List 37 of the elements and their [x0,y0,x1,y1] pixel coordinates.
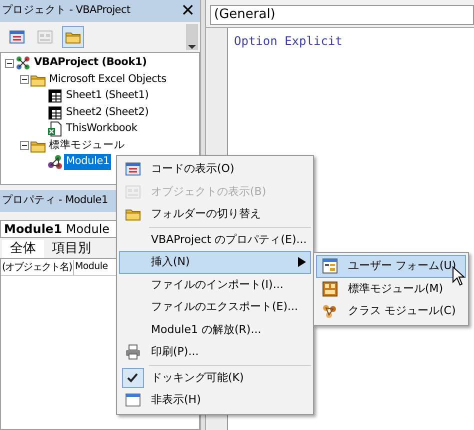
tree-item[interactable]: Microsoft Excel Objects [47,72,168,88]
code-window-icon [125,161,141,178]
worksheet-icon [47,88,63,104]
pane-title: プロパティ - Module1 [2,193,108,208]
tree-item[interactable]: ThisWorkbook [64,121,140,138]
property-value: Module [74,260,108,274]
tab[interactable]: 全体 [2,240,44,258]
close-button[interactable]: ✕ [178,2,198,20]
class-module-icon [322,303,338,320]
module-icon [47,154,63,170]
form-window-icon [125,184,141,200]
tree-item[interactable]: VBAProject (Book1) [32,55,149,72]
window-icon [125,392,141,408]
tree-item[interactable]: Module1 [64,154,112,170]
menu-item[interactable]: 挿入(N) [119,251,311,274]
menu-item[interactable]: ドッキング可能(K) [119,366,311,389]
workbook-icon [47,121,63,138]
tree-item[interactable]: Sheet2 (Sheet2) [64,104,151,121]
menu-item[interactable]: クラス モジュール(C) [316,300,466,322]
code-window-icon [9,29,25,45]
project-icon [15,55,31,72]
collapse-toggle[interactable] [5,58,14,68]
code-line: Option Explicit [233,33,344,50]
collapse-toggle[interactable] [20,141,29,150]
tree-item[interactable]: Sheet1 (Sheet1) [64,88,151,104]
collapse-toggle[interactable] [20,75,29,84]
form-window-icon [322,258,338,274]
toolbar-button[interactable] [62,26,84,48]
tree-item[interactable]: 標準モジュール [47,138,127,154]
printer-icon [125,344,141,360]
pane-title: プロジェクト - VBAProject [2,3,130,18]
property-name: (オブジェクト名) [1,260,74,274]
form-window-icon [37,29,53,45]
module-icon [322,280,338,297]
object-dropdown[interactable]: (General) [210,5,474,25]
worksheet-icon [47,104,63,121]
tab[interactable]: 項目別 [44,240,99,258]
